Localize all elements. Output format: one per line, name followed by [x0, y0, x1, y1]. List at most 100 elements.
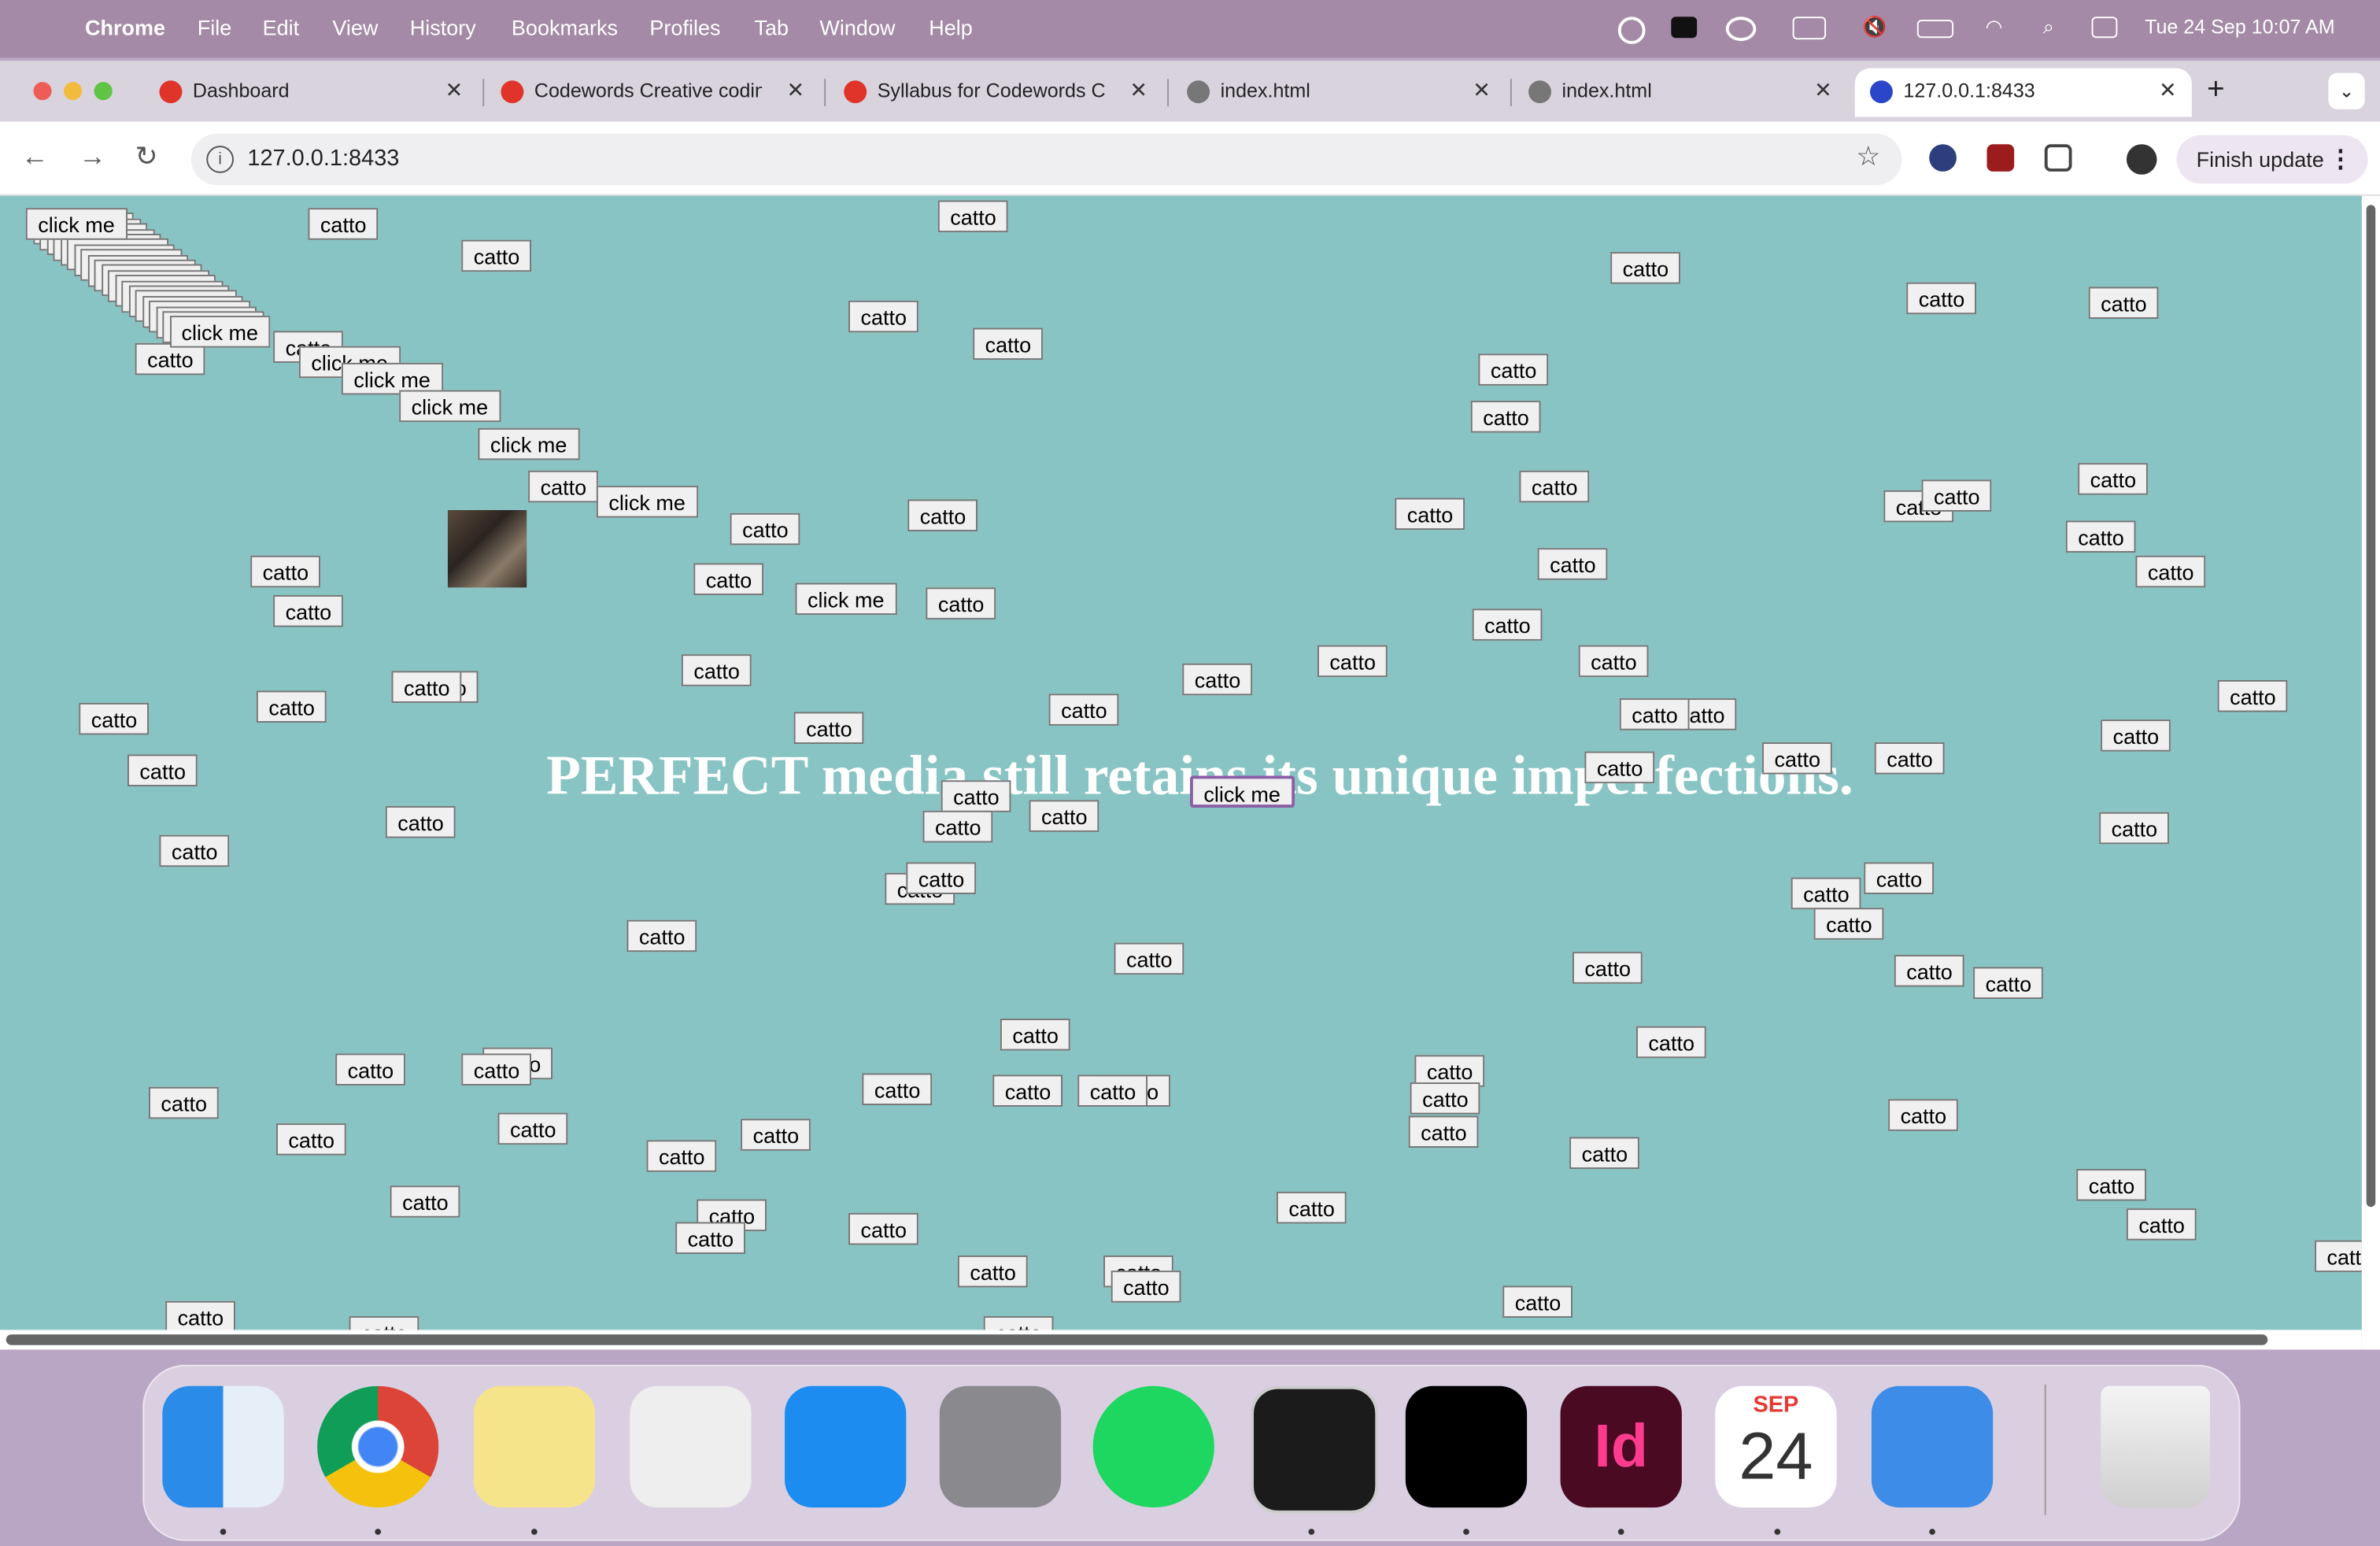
catto-button[interactable]: catto — [1519, 470, 1590, 503]
tab-search-chevron-icon[interactable]: ⌄ — [2328, 72, 2365, 109]
catto-button[interactable]: catto — [1537, 548, 1609, 580]
catto-button[interactable]: catto — [1894, 955, 1965, 987]
catto-button[interactable]: catto — [848, 1212, 919, 1245]
menu-view[interactable]: View — [332, 15, 378, 39]
menu-history[interactable]: History — [410, 15, 476, 39]
catto-button[interactable]: catto — [937, 200, 1009, 233]
catto-button[interactable]: catto — [1635, 1026, 1707, 1059]
catto-button[interactable]: catto — [922, 810, 993, 843]
close-tab-icon[interactable]: ✕ — [2159, 77, 2177, 103]
spotify-icon[interactable] — [1092, 1385, 1214, 1508]
ublock-icon[interactable] — [1986, 144, 2015, 172]
catto-button[interactable]: catto — [1276, 1191, 1347, 1224]
extension-r-icon[interactable] — [1929, 144, 1957, 172]
catto-button[interactable]: catto — [693, 563, 764, 595]
terminal-icon[interactable] — [1251, 1385, 1379, 1514]
trash-icon[interactable] — [2101, 1385, 2210, 1508]
catto-button[interactable]: catto — [907, 499, 978, 531]
catto-button[interactable]: catto — [1813, 908, 1885, 940]
menu-window[interactable]: Window — [819, 15, 895, 39]
catto-button[interactable]: catto — [2135, 555, 2206, 588]
catto-button[interactable]: catto — [79, 702, 150, 735]
click-me-button[interactable]: click me — [169, 316, 271, 349]
catto-button[interactable]: catto — [1584, 751, 1655, 784]
click-me-button[interactable]: click me — [795, 583, 896, 616]
catto-button[interactable]: catto — [1410, 1082, 1481, 1115]
catto-button[interactable]: catto — [2217, 679, 2289, 712]
tab-codewords[interactable]: Codewords Creative coding ✕ — [486, 68, 819, 117]
vertical-scrollbar[interactable] — [2361, 195, 2380, 1350]
forward-button[interactable]: → — [79, 141, 106, 172]
search-icon[interactable]: ⌕ — [2043, 15, 2054, 39]
battery-icon[interactable] — [1916, 20, 1954, 39]
catto-button[interactable]: catto — [1762, 742, 1833, 775]
catto-button[interactable]: catto — [2088, 287, 2160, 319]
tab-dashboard[interactable]: Dashboard ✕ — [144, 68, 478, 117]
catto-button[interactable]: catto — [273, 594, 344, 627]
catto-button[interactable]: catto — [862, 1073, 933, 1105]
logitech-ghub-icon[interactable] — [1405, 1385, 1528, 1508]
catto-button[interactable]: catto — [992, 1074, 1063, 1107]
catto-button[interactable]: catto — [1906, 282, 1977, 315]
zoom-window-button[interactable] — [94, 82, 113, 101]
catto-button[interactable]: catto — [1111, 1270, 1182, 1303]
indesign-icon[interactable]: Id — [1560, 1385, 1682, 1508]
stickies-icon[interactable] — [473, 1385, 595, 1508]
catto-button[interactable]: catto — [335, 1053, 406, 1086]
launchpad-icon[interactable] — [630, 1385, 752, 1508]
menu-profiles[interactable]: Profiles — [649, 15, 720, 39]
catto-button[interactable]: catto — [1619, 698, 1691, 730]
address-url[interactable]: 127.0.0.1:8433 — [247, 146, 399, 172]
menu-tab[interactable]: Tab — [754, 15, 789, 39]
back-button[interactable]: ← — [21, 141, 49, 172]
site-info-icon[interactable]: i — [206, 146, 234, 173]
catto-button[interactable]: catto — [973, 327, 1044, 361]
catto-button[interactable]: catto — [1478, 353, 1549, 386]
catto-button[interactable]: catto — [2078, 463, 2149, 495]
catto-button[interactable]: catto — [497, 1112, 568, 1145]
extensions-puzzle-icon[interactable] — [2044, 144, 2072, 172]
catto-button[interactable]: catto — [1114, 942, 1184, 975]
tab-index-1[interactable]: index.html ✕ — [1172, 68, 1506, 117]
more-menu-icon[interactable]: ⋮ — [2328, 144, 2352, 175]
catto-button[interactable]: catto — [390, 1185, 461, 1218]
catto-button[interactable]: catto — [1395, 497, 1465, 531]
catto-button[interactable]: catto — [2101, 719, 2171, 752]
menu-file[interactable]: File — [198, 15, 232, 39]
catto-button[interactable]: catto — [1408, 1115, 1480, 1148]
catto-button[interactable]: catto — [1000, 1019, 1071, 1051]
tab-index-2[interactable]: index.html ✕ — [1513, 68, 1847, 117]
catto-button[interactable]: catto — [528, 470, 599, 503]
catto-button[interactable]: catto — [165, 1300, 236, 1333]
horizontal-scroll-thumb[interactable] — [6, 1334, 2268, 1345]
click-me-button[interactable]: click me — [478, 427, 579, 460]
catto-button[interactable]: catto — [461, 1053, 532, 1086]
catto-button[interactable]: catto — [681, 654, 752, 686]
close-tab-icon[interactable]: ✕ — [1814, 77, 1832, 103]
catto-button[interactable]: catto — [2099, 812, 2170, 845]
chrome-icon[interactable] — [317, 1385, 439, 1508]
catto-button[interactable]: catto — [1317, 645, 1388, 678]
bookmark-star-icon[interactable]: ☆ — [1856, 141, 1880, 172]
catto-button[interactable]: catto — [1888, 1099, 1959, 1131]
vertical-scroll-thumb[interactable] — [2366, 205, 2376, 1208]
catto-button[interactable]: catto — [646, 1140, 717, 1172]
wifi-icon[interactable]: ◠ — [1986, 15, 2003, 39]
reload-button[interactable]: ↻ — [135, 141, 158, 172]
input-source-icon[interactable] — [1792, 17, 1827, 40]
catto-button[interactable]: catto — [730, 512, 801, 546]
address-bar[interactable]: i 127.0.0.1:8433 ☆ — [190, 133, 1902, 186]
catto-button[interactable]: catto — [848, 300, 919, 333]
new-tab-button[interactable]: + — [2207, 73, 2225, 122]
control-center-icon[interactable] — [2091, 17, 2118, 39]
click-me-button[interactable]: click me — [25, 208, 128, 240]
close-window-button[interactable] — [33, 82, 52, 101]
catto-button[interactable]: catto — [1973, 967, 2044, 999]
profile-avatar[interactable] — [2126, 144, 2157, 175]
catto-button[interactable]: catto — [1470, 401, 1542, 433]
tab-localhost[interactable]: 127.0.0.1:8433 ✕ — [1854, 68, 2192, 117]
finish-update-button[interactable]: Finish update ⋮ — [2176, 135, 2368, 184]
app-store-icon[interactable] — [785, 1385, 907, 1508]
catto-button[interactable]: catto — [2126, 1208, 2197, 1241]
click-me-button[interactable]: click me — [596, 486, 698, 518]
